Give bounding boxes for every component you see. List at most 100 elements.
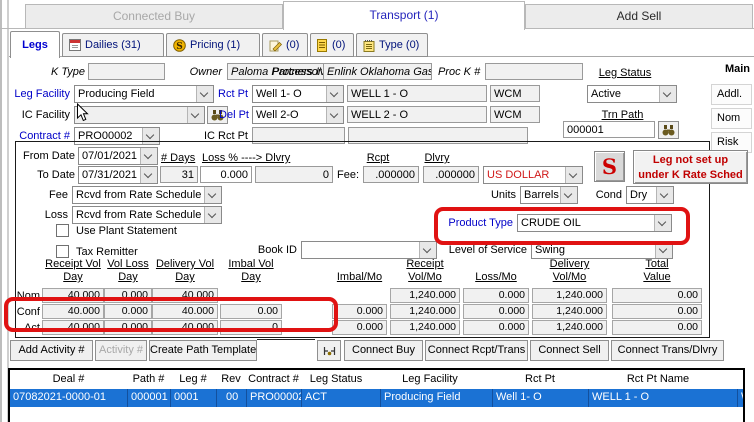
connect-buy-button[interactable]: Connect Buy	[344, 340, 423, 361]
grid-header-rev[interactable]: Rev	[216, 372, 246, 387]
tab-meter[interactable]: (0)	[310, 33, 354, 57]
chevron-down-icon[interactable]	[565, 167, 582, 183]
chevron-down-icon[interactable]	[140, 148, 157, 164]
k-type-field[interactable]	[88, 63, 165, 80]
product-type-value: CRUDE OIL	[518, 215, 654, 231]
chevron-down-icon[interactable]	[187, 107, 204, 123]
grid-cell-contract: PRO00002	[246, 389, 301, 407]
cond-combo[interactable]: Dry	[626, 186, 674, 204]
chevron-down-icon[interactable]	[419, 242, 436, 258]
vol-cell-conf-receipt-day[interactable]: 40.000	[42, 304, 104, 319]
proc-k-field[interactable]	[485, 63, 583, 80]
side-nav-nom[interactable]: Nom	[711, 108, 752, 129]
units-combo[interactable]: Barrels	[520, 186, 578, 204]
side-nav-addl[interactable]: Addl.	[711, 84, 752, 105]
vol-cell-conf-imbal-day[interactable]: 0.00	[220, 304, 282, 319]
window-left-edge-inner	[7, 0, 9, 422]
vol-cell-nom-receipt-mo: 1,240.000	[390, 288, 460, 303]
vol-cell-nom-receipt-day[interactable]: 40.000	[42, 288, 104, 303]
grid-header-deal[interactable]: Deal #	[12, 372, 125, 387]
chevron-down-icon[interactable]	[659, 86, 676, 102]
tax-remitter-label: Tax Remitter	[76, 245, 138, 259]
fee-method-combo[interactable]: Rcvd from Rate Schedule	[72, 186, 222, 204]
currency-combo[interactable]: US DOLLAR	[483, 166, 583, 184]
to-date-combo[interactable]: 07/31/2021	[78, 166, 158, 184]
add-activity-button[interactable]: Add Activity #	[10, 340, 93, 361]
rate-sched-warning: Leg not set up under K Rate Sched	[633, 150, 748, 184]
fee-dlvry-field[interactable]: .000000	[423, 166, 479, 183]
activity-button[interactable]: Activity #	[95, 340, 147, 361]
rct-pt-name-field[interactable]: WELL 1 - O	[347, 85, 487, 102]
rct-pt-combo[interactable]: Well 1- O	[252, 85, 344, 103]
side-nav-main[interactable]: Main	[712, 62, 750, 76]
fee-rcpt-field[interactable]: .000000	[363, 166, 419, 183]
tab-type[interactable]: Type (0)	[356, 33, 428, 57]
processor-field[interactable]: Enlink Oklahoma Gas ...	[323, 63, 432, 80]
del-pt-combo[interactable]: Well 2-O	[252, 106, 344, 124]
loss-pct-field[interactable]: 0.000	[200, 166, 252, 183]
leg-status-combo[interactable]: Active	[587, 85, 677, 103]
grid-header-leg-status[interactable]: Leg Status	[301, 372, 371, 387]
grid-header-leg[interactable]: Leg #	[170, 372, 216, 387]
chevron-down-icon[interactable]	[560, 187, 577, 203]
owner-label: Owner	[180, 65, 222, 79]
tab-dailies[interactable]: Dailies (31)	[62, 33, 164, 57]
grid-header-contract[interactable]: Contract #	[246, 372, 301, 387]
grid-header-leg-facility[interactable]: Leg Facility	[380, 372, 480, 387]
level-of-service-combo[interactable]: Swing	[531, 241, 673, 259]
vol-header-total-value-2: Value	[612, 271, 702, 284]
trn-path-lookup-button[interactable]	[658, 121, 679, 139]
connect-rcpt-trans-button[interactable]: Connect Rcpt/Trans	[425, 340, 528, 361]
book-id-combo[interactable]	[301, 241, 437, 259]
connect-trans-dlvry-button[interactable]: Connect Trans/Dlvry	[611, 340, 724, 361]
connect-sell-button[interactable]: Connect Sell	[530, 340, 609, 361]
vol-header-total-value-1: Total	[612, 258, 702, 271]
vol-header-delivery-day-2: Day	[152, 271, 218, 284]
chevron-down-icon[interactable]	[656, 187, 673, 203]
vol-cell-conf-volloss-day[interactable]: 0.000	[104, 304, 152, 319]
rate-schedule-button[interactable]: S	[594, 151, 625, 182]
create-path-template-button[interactable]: Create Path Template	[149, 340, 257, 361]
vol-cell-nom-volloss-day[interactable]: 0.000	[104, 288, 152, 303]
del-pt-name-field[interactable]: WELL 2 - O	[347, 106, 487, 123]
use-plant-checkbox[interactable]	[56, 224, 69, 237]
from-date-combo[interactable]: 07/01/2021	[78, 147, 158, 165]
grid-selected-row[interactable]: 07082021-0000-01 000001 0001 00 PRO00002…	[10, 389, 743, 407]
loss-method-combo[interactable]: Rcvd from Rate Schedule	[72, 206, 222, 224]
path-connector-button[interactable]	[317, 340, 341, 361]
chevron-down-icon[interactable]	[655, 242, 672, 258]
grid-header-path[interactable]: Path #	[127, 372, 170, 387]
tab-legs-label: Legs	[22, 39, 48, 51]
rct-pt-zone-field[interactable]: WCM	[490, 85, 540, 102]
leg-facility-combo[interactable]: Producing Field	[74, 85, 214, 103]
tab-connected-buy[interactable]: Connected Buy	[25, 4, 283, 29]
from-date-label: From Date	[18, 149, 75, 163]
grid-header-rct-pt-name[interactable]: Rct Pt Name	[588, 372, 728, 387]
vol-header-delivery-mo-2: Vol/Mo	[532, 271, 607, 284]
chevron-down-icon[interactable]	[204, 187, 221, 203]
loss-dlvry-field[interactable]: 0	[255, 166, 333, 183]
rcpt-fee-header: Rcpt	[355, 151, 401, 165]
tab-transport[interactable]: Transport (1)	[283, 1, 525, 30]
ic-facility-combo[interactable]	[74, 106, 205, 124]
chevron-down-icon[interactable]	[326, 86, 343, 102]
vol-cell-conf-delivery-day[interactable]: 40.000	[152, 304, 218, 319]
chevron-down-icon[interactable]	[654, 215, 671, 231]
tab-notes[interactable]: (0)	[262, 33, 308, 57]
chevron-down-icon[interactable]	[326, 107, 343, 123]
chevron-down-icon[interactable]	[204, 207, 221, 223]
trn-path-field[interactable]: 000001	[563, 121, 655, 138]
tab-legs[interactable]: Legs	[10, 31, 60, 58]
chevron-down-icon[interactable]	[140, 167, 157, 183]
days-field[interactable]: 31	[160, 166, 198, 183]
grid-header-rct-pt[interactable]: Rct Pt	[492, 372, 588, 387]
path-template-field[interactable]	[257, 339, 315, 362]
product-type-combo[interactable]: CRUDE OIL	[517, 214, 672, 232]
vol-cell-nom-delivery-day[interactable]: 40.000	[152, 288, 218, 303]
tab-add-sell[interactable]: Add Sell	[525, 4, 753, 29]
tab-pricing[interactable]: S Pricing (1)	[166, 33, 260, 57]
vol-row-label-nom: Nom	[14, 289, 40, 303]
del-pt-zone-field[interactable]: WCM	[490, 106, 540, 123]
tax-remitter-checkbox[interactable]	[56, 245, 69, 258]
chevron-down-icon[interactable]	[196, 86, 213, 102]
